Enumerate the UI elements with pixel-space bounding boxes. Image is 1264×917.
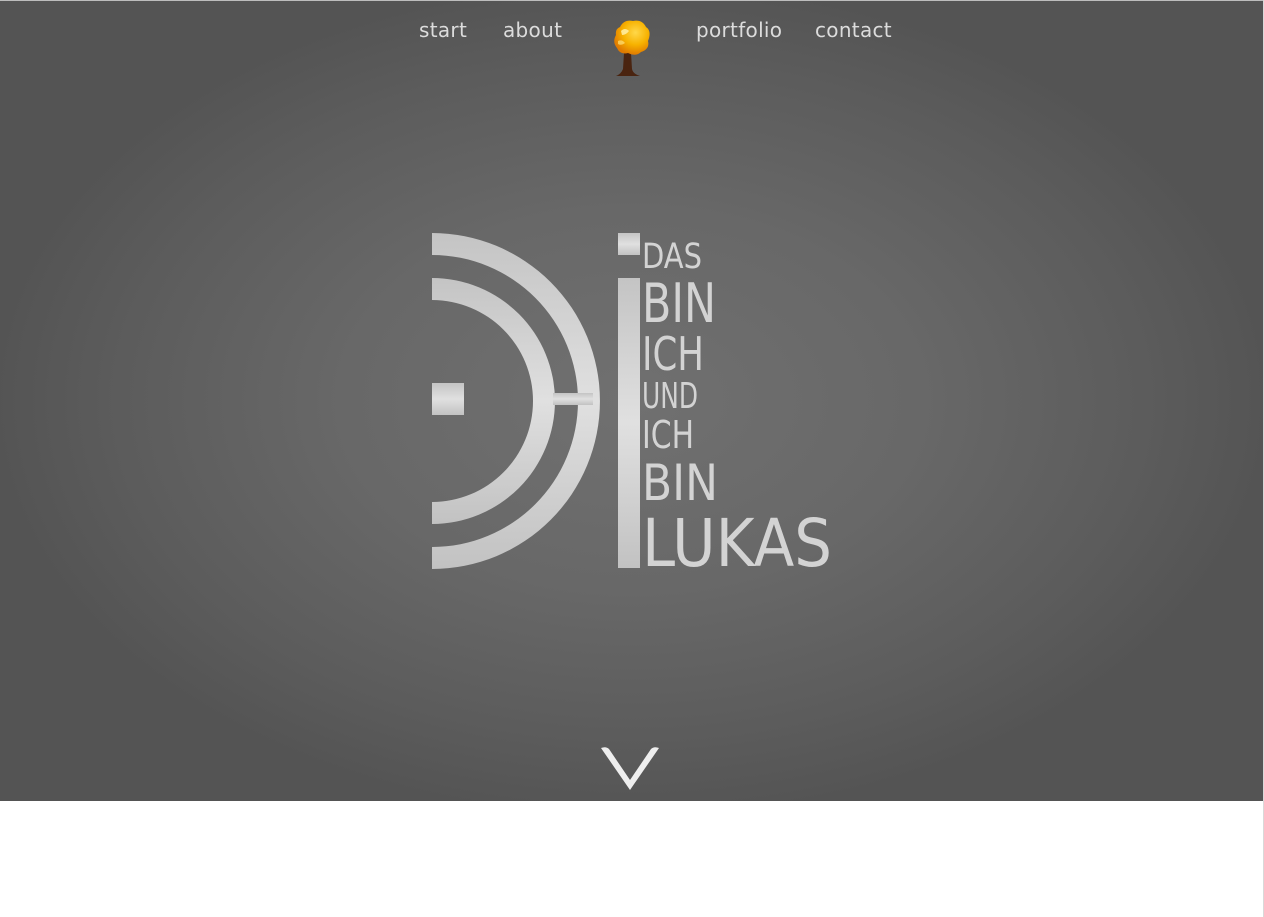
logo-word-bin: BIN — [642, 272, 716, 335]
nav-link-contact[interactable]: contact — [815, 17, 892, 43]
logo-word-ich: ICH — [642, 327, 704, 381]
top-border — [0, 0, 1264, 1]
logo-i-dot — [618, 233, 640, 255]
nav-link-about[interactable]: about — [503, 17, 562, 43]
logo-word-das: DAS — [642, 237, 702, 277]
logo-word-bin: BIN — [642, 454, 718, 512]
nav-link-portfolio[interactable]: portfolio — [696, 17, 782, 43]
nav-link-start[interactable]: start — [419, 17, 467, 43]
logo-word-lukas: LUKAS — [642, 505, 832, 572]
hero-section: start about portfolio contact DAS BIN IC… — [0, 0, 1264, 801]
logo-i-stem — [618, 278, 640, 568]
logo-word-und: UND — [642, 376, 698, 417]
tree-icon[interactable] — [606, 17, 654, 79]
chevron-down-icon[interactable] — [599, 742, 661, 794]
content-section — [0, 801, 1263, 917]
main-logo: DAS BIN ICH UND ICH BIN LUKAS — [432, 233, 832, 572]
logo-word-ich: ICH — [642, 413, 694, 457]
logo-arcs — [432, 233, 600, 569]
logo-words: DAS BIN ICH UND ICH BIN LUKAS — [642, 237, 832, 572]
